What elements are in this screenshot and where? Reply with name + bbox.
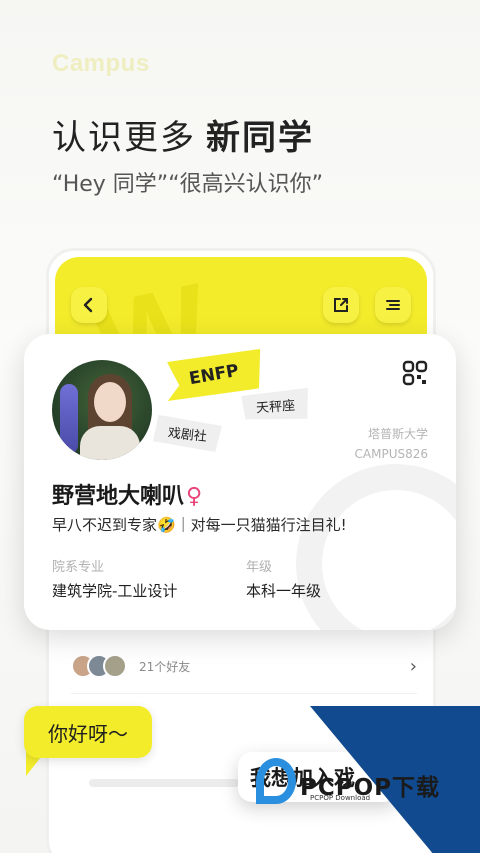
female-icon: ♀ <box>186 484 203 509</box>
menu-icon <box>386 300 400 310</box>
profile-name-text: 野营地大喇叭 <box>52 484 185 509</box>
flower-decoration <box>60 384 78 454</box>
avatar[interactable] <box>52 360 152 460</box>
tag-zodiac: 天秤座 <box>241 388 310 424</box>
headline-normal: 认识更多 <box>52 118 196 158</box>
school-info: 塔普斯大学 CAMPUS826 <box>355 424 428 464</box>
headline-bold: 新同学 <box>206 118 314 158</box>
menu-button[interactable] <box>375 287 411 323</box>
grade-label: 年级 <box>246 560 273 575</box>
chevron-right-icon: › <box>409 655 417 677</box>
avatar-face <box>94 382 126 422</box>
major-value: 建筑学院-工业设计 <box>52 582 178 600</box>
watermark-logo-icon <box>256 758 296 804</box>
friends-row[interactable]: 21个好友 › <box>71 649 417 683</box>
card-watermark <box>296 464 456 630</box>
friend-avatar <box>103 654 127 678</box>
divider <box>71 693 417 694</box>
friends-count: 21个好友 <box>139 659 191 674</box>
back-icon <box>83 297 93 313</box>
greeting-bubble: 你好呀～ <box>24 706 152 758</box>
profile-bio: 早八不迟到专家🤣｜对每一只猫猫行注目礼! <box>52 516 347 534</box>
placeholder-line <box>89 779 239 787</box>
headline: 认识更多 新同学 <box>52 110 314 159</box>
share-button[interactable] <box>323 287 359 323</box>
watermark-subtext: PCPOP Download <box>310 794 371 802</box>
tag-club: 戏剧社 <box>153 415 223 453</box>
school-name: 塔普斯大学 <box>367 427 428 441</box>
subline: “Hey 同学”“很高兴认识你” <box>52 172 324 197</box>
avatar-body <box>80 426 140 460</box>
school-id: CAMPUS826 <box>354 447 428 461</box>
profile-name: 野营地大喇叭♀ <box>52 478 202 510</box>
qr-code-icon[interactable] <box>402 360 428 386</box>
back-button[interactable] <box>71 287 107 323</box>
grade-value: 本科一年级 <box>246 582 322 600</box>
major-label: 院系专业 <box>52 560 105 575</box>
profile-card: ENFP 天秤座 戏剧社 塔普斯大学 CAMPUS826 野营地大喇叭♀ 早八不… <box>24 334 456 630</box>
brand-logo: Campus <box>52 50 150 77</box>
share-icon <box>334 298 348 312</box>
